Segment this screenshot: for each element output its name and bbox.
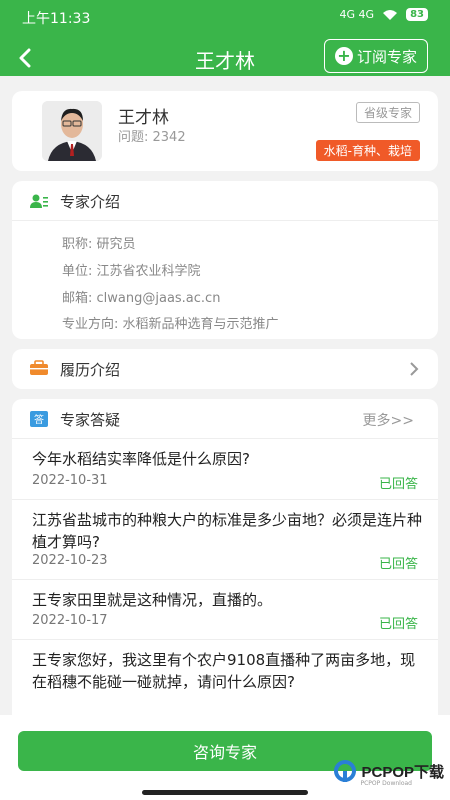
qa-title: 专家答疑	[60, 411, 121, 429]
intro-card: 专家介绍 职称: 研究员 单位: 江苏省农业科学院 邮箱: clwang@jaa…	[12, 181, 438, 339]
watermark-text: PCPOP下载	[361, 763, 444, 781]
expert-level-badge: 省级专家	[355, 102, 420, 123]
plus-icon: +	[334, 47, 353, 65]
subscribe-label: 订阅专家	[356, 47, 417, 66]
status-icons: 4G 4G 83	[340, 8, 428, 21]
pcpop-logo-icon	[334, 760, 357, 782]
wifi-icon	[383, 9, 398, 20]
subscribe-button[interactable]: + 订阅专家	[323, 39, 428, 73]
qa-question: 江苏省盐城市的种粮大户的标准是多少亩地？必须是连片种植才算吗?	[32, 511, 423, 551]
status-bar: 上午11:33 4G 4G 83	[0, 6, 450, 28]
bottom-bar: 咨询专家	[0, 715, 450, 800]
qa-header: 答 专家答疑 更多>>	[12, 399, 438, 439]
specialty-row: 专业方向: 水稻新品种选育与示范推广	[62, 317, 279, 332]
title-row: 职称: 研究员	[62, 237, 136, 252]
watermark: PCPOP下载 PCPOP Download	[334, 760, 444, 787]
status-time: 上午11:33	[22, 11, 91, 27]
question-count: 问题: 2342	[118, 130, 186, 145]
intro-header: 专家介绍	[12, 181, 438, 221]
qa-card: 答 专家答疑 更多>> 今年水稻结实率降低是什么原因? 2022-10-31 已…	[12, 399, 438, 729]
top-bar: 上午11:33 4G 4G 83 王才林 + 订阅专家	[0, 0, 450, 76]
qa-date: 2022-10-17	[32, 613, 108, 628]
expert-name: 王才林	[118, 108, 169, 128]
qa-status: 已回答	[378, 557, 418, 572]
qa-icon: 答	[30, 411, 48, 427]
qa-question: 王专家您好，我这里有个农户9108直播种了两亩多地，现在稻穗不能碰一碰就掉，请问…	[32, 651, 416, 691]
battery-icon: 83	[406, 8, 428, 21]
intro-title: 专家介绍	[60, 193, 121, 211]
qa-item[interactable]: 王专家田里就是这种情况，直播的。 2022-10-17 已回答	[12, 580, 438, 640]
qa-item[interactable]: 江苏省盐城市的种粮大户的标准是多少亩地？必须是连片种植才算吗? 2022-10-…	[12, 500, 438, 580]
signal-icon: 4G 4G	[339, 8, 375, 21]
qa-status: 已回答	[378, 477, 418, 492]
qa-item[interactable]: 今年水稻结实率降低是什么原因? 2022-10-31 已回答	[12, 439, 438, 500]
more-link[interactable]: 更多>>	[363, 410, 414, 430]
email-row: 邮箱: clwang@jaas.ac.cn	[62, 291, 221, 306]
watermark-sub: PCPOP Download	[360, 780, 412, 787]
qa-question: 王专家田里就是这种情况，直播的。	[32, 591, 273, 609]
qa-date: 2022-10-31	[32, 473, 108, 488]
resume-row[interactable]: 履历介绍	[12, 349, 438, 389]
specialty-tag: 水稻-育种、栽培	[315, 140, 420, 161]
qa-status: 已回答	[378, 617, 418, 632]
qa-date: 2022-10-23	[32, 553, 108, 568]
svg-text:答: 答	[34, 413, 44, 426]
person-card-icon	[30, 194, 48, 208]
home-indicator	[142, 790, 308, 795]
unit-row: 单位: 江苏省农业科学院	[62, 264, 201, 279]
avatar	[42, 101, 102, 161]
chevron-right-icon	[410, 362, 419, 376]
qa-question: 今年水稻结实率降低是什么原因?	[32, 450, 250, 468]
briefcase-icon	[30, 360, 48, 375]
profile-card: 王才林 问题: 2342 省级专家 水稻-育种、栽培	[12, 91, 438, 171]
resume-title: 履历介绍	[60, 361, 121, 379]
